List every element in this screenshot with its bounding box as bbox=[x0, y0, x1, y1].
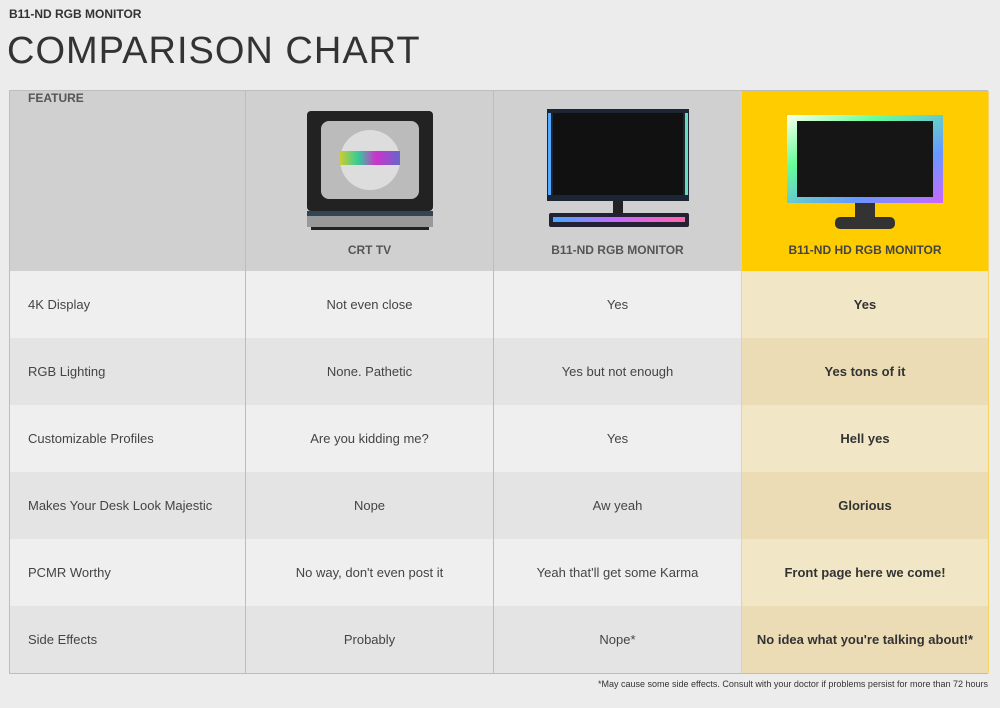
rgb-monitor-image bbox=[546, 109, 689, 227]
footnote: *May cause some side effects. Consult wi… bbox=[597, 679, 988, 689]
page-subtitle: B11-ND RGB MONITOR bbox=[9, 7, 142, 21]
table-cell: Yes bbox=[741, 271, 989, 338]
header-feature: FEATURE bbox=[10, 91, 245, 271]
table-cell: Yes bbox=[493, 271, 741, 338]
table-cell: Nope bbox=[245, 472, 493, 539]
table-cell: Yes bbox=[493, 405, 741, 472]
comparison-table: FEATURE CRT TV B11-ND RGB MONITOR B11-ND… bbox=[9, 90, 989, 674]
crt-tv-image bbox=[306, 111, 433, 230]
feature-label: Side Effects bbox=[10, 606, 245, 673]
table-cell: Not even close bbox=[245, 271, 493, 338]
table-cell: Probably bbox=[245, 606, 493, 673]
column-label: B11-ND HD RGB MONITOR bbox=[788, 243, 942, 257]
table-cell: Are you kidding me? bbox=[245, 405, 493, 472]
table-cell: Aw yeah bbox=[493, 472, 741, 539]
feature-label: PCMR Worthy bbox=[10, 539, 245, 606]
table-cell: No idea what you're talking about!* bbox=[741, 606, 989, 673]
column-label: FEATURE bbox=[28, 91, 84, 105]
table-cell: Glorious bbox=[741, 472, 989, 539]
table-cell: Front page here we come! bbox=[741, 539, 989, 606]
hd-rgb-monitor-image bbox=[787, 115, 943, 229]
table-cell: Nope* bbox=[493, 606, 741, 673]
page-title: COMPARISON CHART bbox=[7, 30, 421, 72]
feature-label: RGB Lighting bbox=[10, 338, 245, 405]
column-label: CRT TV bbox=[347, 243, 392, 257]
table-cell: No way, don't even post it bbox=[245, 539, 493, 606]
table-cell: Hell yes bbox=[741, 405, 989, 472]
header-b11-nd-hd-rgb-monitor: B11-ND HD RGB MONITOR bbox=[741, 91, 989, 271]
feature-label: 4K Display bbox=[10, 271, 245, 338]
feature-label: Makes Your Desk Look Majestic bbox=[10, 472, 245, 539]
table-cell: Yeah that'll get some Karma bbox=[493, 539, 741, 606]
feature-label: Customizable Profiles bbox=[10, 405, 245, 472]
column-label: B11-ND RGB MONITOR bbox=[551, 243, 684, 257]
table-cell: None. Pathetic bbox=[245, 338, 493, 405]
table-cell: Yes tons of it bbox=[741, 338, 989, 405]
table-cell: Yes but not enough bbox=[493, 338, 741, 405]
header-crt-tv: CRT TV bbox=[245, 91, 493, 271]
header-b11-nd-rgb-monitor: B11-ND RGB MONITOR bbox=[493, 91, 741, 271]
